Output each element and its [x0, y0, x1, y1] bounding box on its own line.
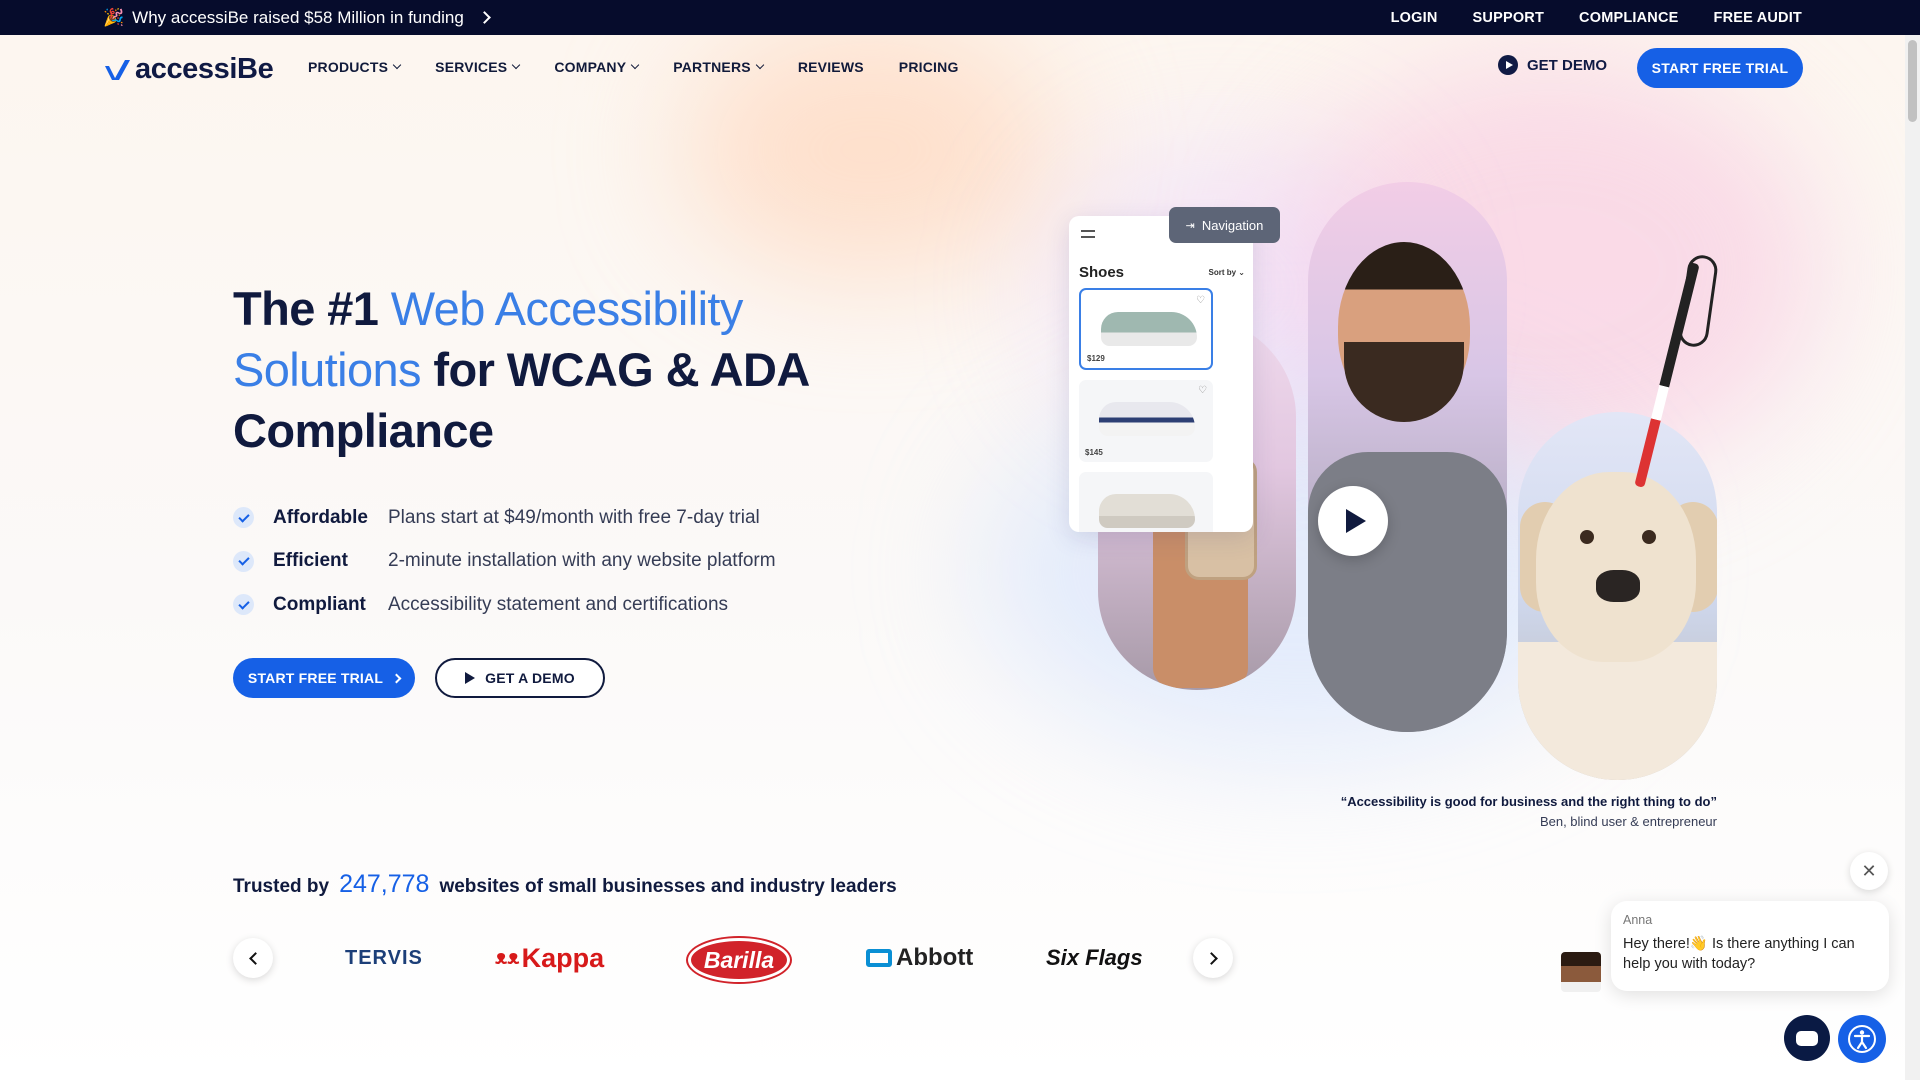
play-icon [1498, 55, 1518, 75]
dog-nose-shape [1596, 570, 1640, 602]
navigation-tooltip: ⇥ Navigation [1169, 207, 1280, 243]
chat-message-text: Hey there!👋 Is there anything I can help… [1623, 936, 1855, 972]
shop-demo-card: Shoes Sort by ⌄ ♡ $129 ♡ $145 [1069, 216, 1253, 532]
accessibility-icon [1848, 1025, 1876, 1053]
feature-item: Efficient 2-minute installation with any… [233, 540, 776, 584]
menu-icon [1081, 230, 1095, 238]
sneaker-image [1099, 402, 1195, 436]
testimonial-quote: “Accessibility is good for business and … [1340, 794, 1717, 829]
dog-head-shape [1536, 472, 1696, 662]
chat-launcher-button[interactable] [1784, 1015, 1830, 1061]
main-nav: accessiBe PRODUCTS SERVICES COMPANY PART… [0, 35, 1920, 99]
check-icon [233, 550, 254, 572]
product-card: ♡ $129 [1079, 288, 1213, 370]
kappa-figures-icon: ᴥᴥ [495, 946, 520, 969]
announcement-link[interactable]: 🎉 Why accessiBe raised $58 Million in fu… [103, 0, 491, 35]
party-icon: 🎉 [103, 7, 125, 27]
logo-check-icon [105, 59, 130, 80]
chevron-down-icon [631, 60, 640, 70]
brand-logo-barilla: Barilla [688, 938, 790, 982]
chevron-left-icon [248, 951, 262, 965]
website-count: 247,778 [339, 870, 430, 898]
compliance-link[interactable]: COMPLIANCE [1579, 10, 1678, 26]
support-link[interactable]: SUPPORT [1473, 10, 1545, 26]
announcement-bar: 🎉 Why accessiBe raised $58 Million in fu… [0, 0, 1920, 35]
hero-get-demo-button[interactable]: GET A DEMO [435, 658, 605, 698]
logo-text: accessiBe [135, 53, 274, 85]
dog-eye-shape [1642, 530, 1656, 544]
scrollbar-thumb[interactable] [1908, 40, 1917, 122]
carousel-next-button[interactable] [1193, 938, 1233, 978]
check-icon [233, 594, 254, 616]
hero-title: The #1 Web Accessibility Solutions for W… [233, 282, 809, 457]
nav-links: PRODUCTS SERVICES COMPANY PARTNERS REVIE… [308, 35, 959, 99]
sneaker-image [1101, 312, 1197, 346]
chevron-right-icon [1204, 951, 1218, 965]
chat-agent-avatar [1561, 952, 1601, 992]
video-play-button[interactable] [1318, 486, 1388, 556]
carousel-prev-button[interactable] [233, 938, 273, 978]
nav-partners[interactable]: PARTNERS [673, 59, 765, 75]
check-icon [233, 507, 254, 529]
heart-icon: ♡ [1198, 385, 1207, 396]
chevron-down-icon [392, 60, 402, 70]
chevron-right-icon [477, 11, 491, 24]
chevron-down-icon [512, 60, 521, 70]
login-link[interactable]: LOGIN [1391, 10, 1438, 26]
guide-dog-image [1518, 412, 1717, 780]
brand-logo-abbott: Abbott [866, 942, 973, 974]
dog-body-shape [1518, 642, 1717, 780]
cane-strap-shape [1676, 253, 1720, 349]
nav-reviews[interactable]: REVIEWS [798, 59, 864, 75]
abbott-mark-icon [866, 949, 892, 967]
feature-list: Affordable Plans start at $49/month with… [233, 496, 776, 627]
sneaker-image [1099, 494, 1195, 528]
brand-logo-six-flags: Six Flags [1046, 945, 1143, 970]
man-portrait-image [1308, 182, 1507, 732]
feature-item: Affordable Plans start at $49/month with… [233, 496, 776, 540]
nav-company[interactable]: COMPANY [554, 59, 640, 75]
nav-services[interactable]: SERVICES [435, 59, 521, 75]
nav-pricing[interactable]: PRICING [899, 59, 959, 75]
chat-icon [1796, 1030, 1818, 1046]
free-audit-link[interactable]: FREE AUDIT [1714, 10, 1802, 26]
product-card: ♡ $145 [1079, 380, 1213, 462]
get-demo-link[interactable]: GET DEMO [1498, 55, 1607, 75]
chevron-down-icon [755, 60, 765, 70]
sort-label: Sort by ⌄ [1208, 268, 1246, 277]
brand-logo-tervis: TERVIS [345, 946, 423, 969]
chat-agent-name: Anna [1623, 913, 1653, 927]
chat-message-bubble[interactable]: Anna Hey there!👋 Is there anything I can… [1611, 901, 1889, 991]
top-links: LOGIN SUPPORT COMPLIANCE FREE AUDIT [1391, 0, 1802, 35]
announcement-text: Why accessiBe raised $58 Million in fund… [132, 7, 464, 27]
heart-icon: ♡ [1196, 295, 1205, 306]
product-card [1079, 472, 1213, 532]
dog-eye-shape [1580, 530, 1594, 544]
chevron-right-icon [391, 673, 402, 683]
feature-item: Compliant Accessibility statement and ce… [233, 583, 776, 627]
shop-title: Shoes [1079, 264, 1125, 281]
trusted-by-heading: Trusted by 247,778 websites of small bus… [233, 870, 897, 898]
beard-shape [1344, 342, 1464, 422]
accessibe-logo[interactable]: accessiBe [103, 53, 274, 86]
chat-close-button[interactable]: ✕ [1850, 852, 1888, 890]
play-icon [465, 672, 476, 684]
nav-products[interactable]: PRODUCTS [308, 59, 402, 75]
page-scrollbar[interactable] [1905, 35, 1920, 1080]
brand-logo-kappa: ᴥᴥ Kappa [495, 942, 605, 973]
accessibility-menu-button[interactable] [1838, 1015, 1886, 1063]
hero-start-trial-button[interactable]: START FREE TRIAL [233, 658, 415, 698]
arrow-icon: ⇥ [1185, 219, 1195, 232]
start-free-trial-button[interactable]: START FREE TRIAL [1637, 48, 1803, 88]
